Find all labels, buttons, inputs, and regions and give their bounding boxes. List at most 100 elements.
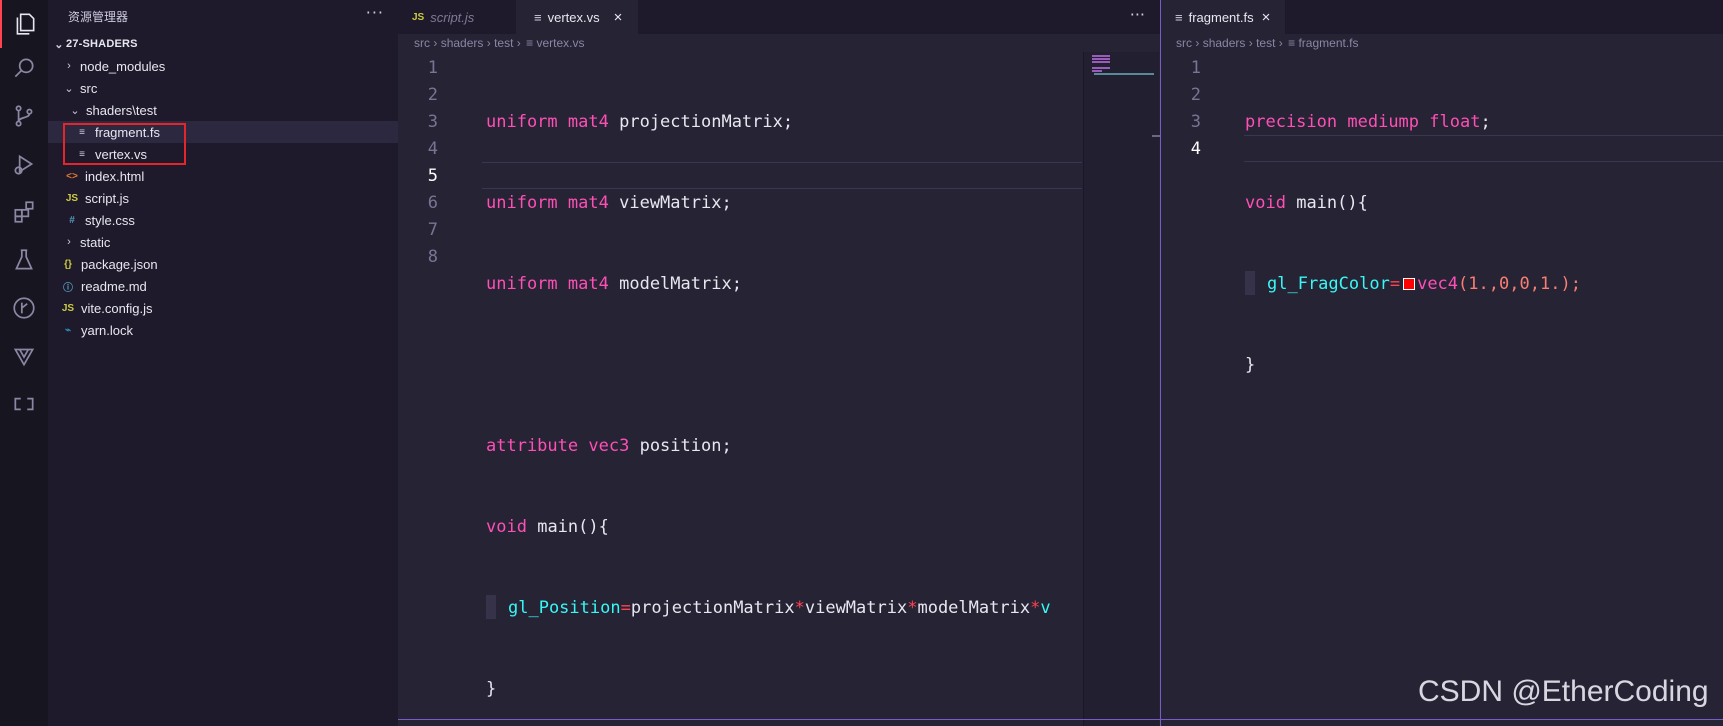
yarn-icon: ⌁ [64,324,72,336]
breadcrumb-separator: › [1278,36,1283,50]
code-line: void main(){ [486,517,609,537]
line-number: 6 [427,193,438,213]
tree-item-node-modules[interactable]: › node_modules [48,55,398,77]
explorer-icon[interactable] [0,0,48,48]
file-lines-icon: ≡ [526,36,534,50]
breadcrumb-separator: › [516,36,521,50]
code-line: uniform mat4 projectionMatrix; [486,112,794,132]
code-line: gl_Position=projectionMatrix*viewMatrix*… [486,595,1082,622]
code-line: uniform mat4 viewMatrix; [486,193,732,213]
minimap[interactable] [1083,52,1160,726]
file-lines-icon: ≡ [1288,36,1296,50]
color-swatch-icon[interactable] [1403,278,1416,290]
tree-item-static[interactable]: › static [48,231,398,253]
line-number: 8 [427,247,438,267]
tree-item-vite-config-js[interactable]: JS vite.config.js [48,297,398,319]
code-area[interactable]: precision mediump float; void main(){ gl… [1245,55,1581,433]
breadcrumb-separator: › [1248,36,1253,50]
breadcrumb-separator: › [433,36,438,50]
code-area[interactable]: uniform mat4 projectionMatrix; uniform m… [486,55,1082,726]
breadcrumb-item[interactable]: fragment.fs [1298,36,1358,50]
line-number: 3 [1190,112,1201,132]
source-control-icon[interactable] [0,92,48,140]
breadcrumb-separator: › [1195,36,1200,50]
panel-border [398,719,1723,720]
tree-root-27-shaders[interactable]: ⌄ 27-SHADERS [48,33,398,55]
breadcrumb-item[interactable]: src [414,36,430,50]
annotation-highlight-box [63,123,186,165]
file-lines-icon: ≡ [534,9,542,25]
tab-label: vertex.vs [547,9,600,25]
line-number: 2 [1190,85,1201,105]
close-icon[interactable]: × [614,9,623,26]
tab-label: fragment.fs [1188,9,1254,25]
tree-item-label: readme.md [81,278,147,294]
breadcrumb-item[interactable]: vertex.vs [536,36,584,50]
root-folder-label: 27-SHADERS [66,38,138,50]
tree-item-readme-md[interactable]: ⓘ readme.md [48,275,398,297]
search-icon[interactable] [0,44,48,92]
breadcrumb-item[interactable]: shaders [441,36,484,50]
explorer-sidebar: 资源管理器 ··· ⌄ 27-SHADERS › node_modules ⌄ … [48,0,398,726]
breadcrumb: src › shaders › test › ≡ vertex.vs [414,36,584,54]
tree-item-label: index.html [85,168,145,184]
tree-item-label: yarn.lock [81,322,134,338]
tree-item-style-css[interactable]: # style.css [48,209,398,231]
remote-icon[interactable] [0,380,48,428]
run-debug-icon[interactable] [0,140,48,188]
watermark: CSDN @EtherCoding [1418,675,1709,708]
tree-item-shaders-test[interactable]: ⌄ shaders\test [48,99,398,121]
git-graph-icon[interactable] [0,284,48,332]
chevron-down-icon: ⌄ [54,38,64,51]
tab-vertex-vs[interactable]: ≡ vertex.vs × [516,0,638,34]
chevron-down-icon: ⌄ [70,104,80,117]
tree-item-label: shaders\test [86,102,157,118]
more-actions-icon[interactable]: ··· [1130,5,1145,24]
breadcrumb: src › shaders › test › ≡ fragment.fs [1176,36,1359,54]
tree-item-label: style.css [85,212,135,228]
line-number: 4 [1190,139,1201,159]
code-line: } [1245,355,1256,375]
breadcrumb-item[interactable]: test [1256,36,1275,50]
tab-fragment-fs[interactable]: ≡ fragment.fs × [1161,0,1285,34]
breadcrumb-item[interactable]: shaders [1203,36,1246,50]
tree-item-label: static [80,234,111,250]
tab-script-js[interactable]: JS script.js [398,0,516,34]
editor-group-vertex: JS script.js ≡ vertex.vs × ··· src › sha… [398,0,1161,726]
tree-item-script-js[interactable]: JS script.js [48,187,398,209]
file-lines-icon: ≡ [1175,9,1183,25]
tab-bar: ≡ fragment.fs × [1161,0,1723,34]
tree-item-yarn-lock[interactable]: ⌁ yarn.lock [48,319,398,341]
chevron-down-icon: ⌄ [64,82,74,95]
activity-bar [0,0,48,726]
tree-item-label: vite.config.js [81,300,153,316]
line-number: 2 [427,85,438,105]
editor-group-fragment: ≡ fragment.fs × src › shaders › test › ≡… [1161,0,1723,726]
css-file-icon: # [69,214,75,226]
code-line: uniform mat4 modelMatrix; [486,274,742,294]
breadcrumb-item[interactable]: test [494,36,513,50]
tree-item-index-html[interactable]: <> index.html [48,165,398,187]
tree-item-package-json[interactable]: {} package.json [48,253,398,275]
js-file-icon: JS [412,11,425,23]
chevron-right-icon: › [67,236,71,248]
tab-bar: JS script.js ≡ vertex.vs × ··· [398,0,1161,34]
line-number: 3 [427,112,438,132]
code-line: } [486,679,497,699]
indent-guide [1245,271,1255,295]
indent-guide [486,595,496,619]
json-file-icon: {} [64,258,72,270]
breadcrumb-separator: › [486,36,491,50]
code-line: gl_FragColor= vec4(1.,0,0,1.); [1245,271,1581,298]
tree-item-src[interactable]: ⌄ src [48,77,398,99]
line-number: 4 [427,139,438,159]
close-icon[interactable]: × [1262,9,1271,26]
testing-icon[interactable] [0,236,48,284]
explorer-title: 资源管理器 [68,10,129,24]
extensions-icon[interactable] [0,188,48,236]
more-actions-icon[interactable]: ··· [366,3,384,22]
breadcrumb-item[interactable]: src [1176,36,1192,50]
deploy-icon[interactable] [0,332,48,380]
code-line: void main(){ [1245,193,1368,213]
